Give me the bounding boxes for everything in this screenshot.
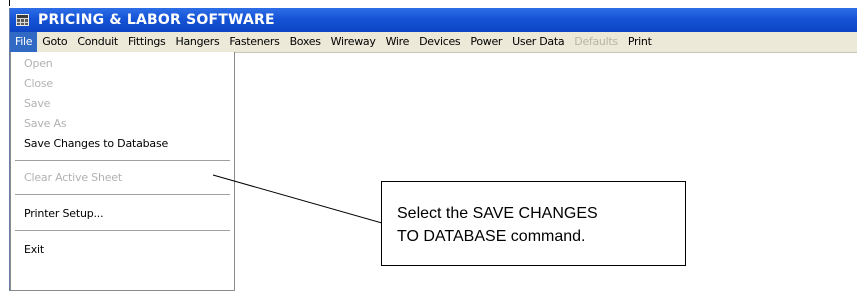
- callout-text: Select the SAVE CHANGES TO DATABASE comm…: [397, 205, 598, 245]
- callout-box: Select the SAVE CHANGES TO DATABASE comm…: [381, 181, 686, 266]
